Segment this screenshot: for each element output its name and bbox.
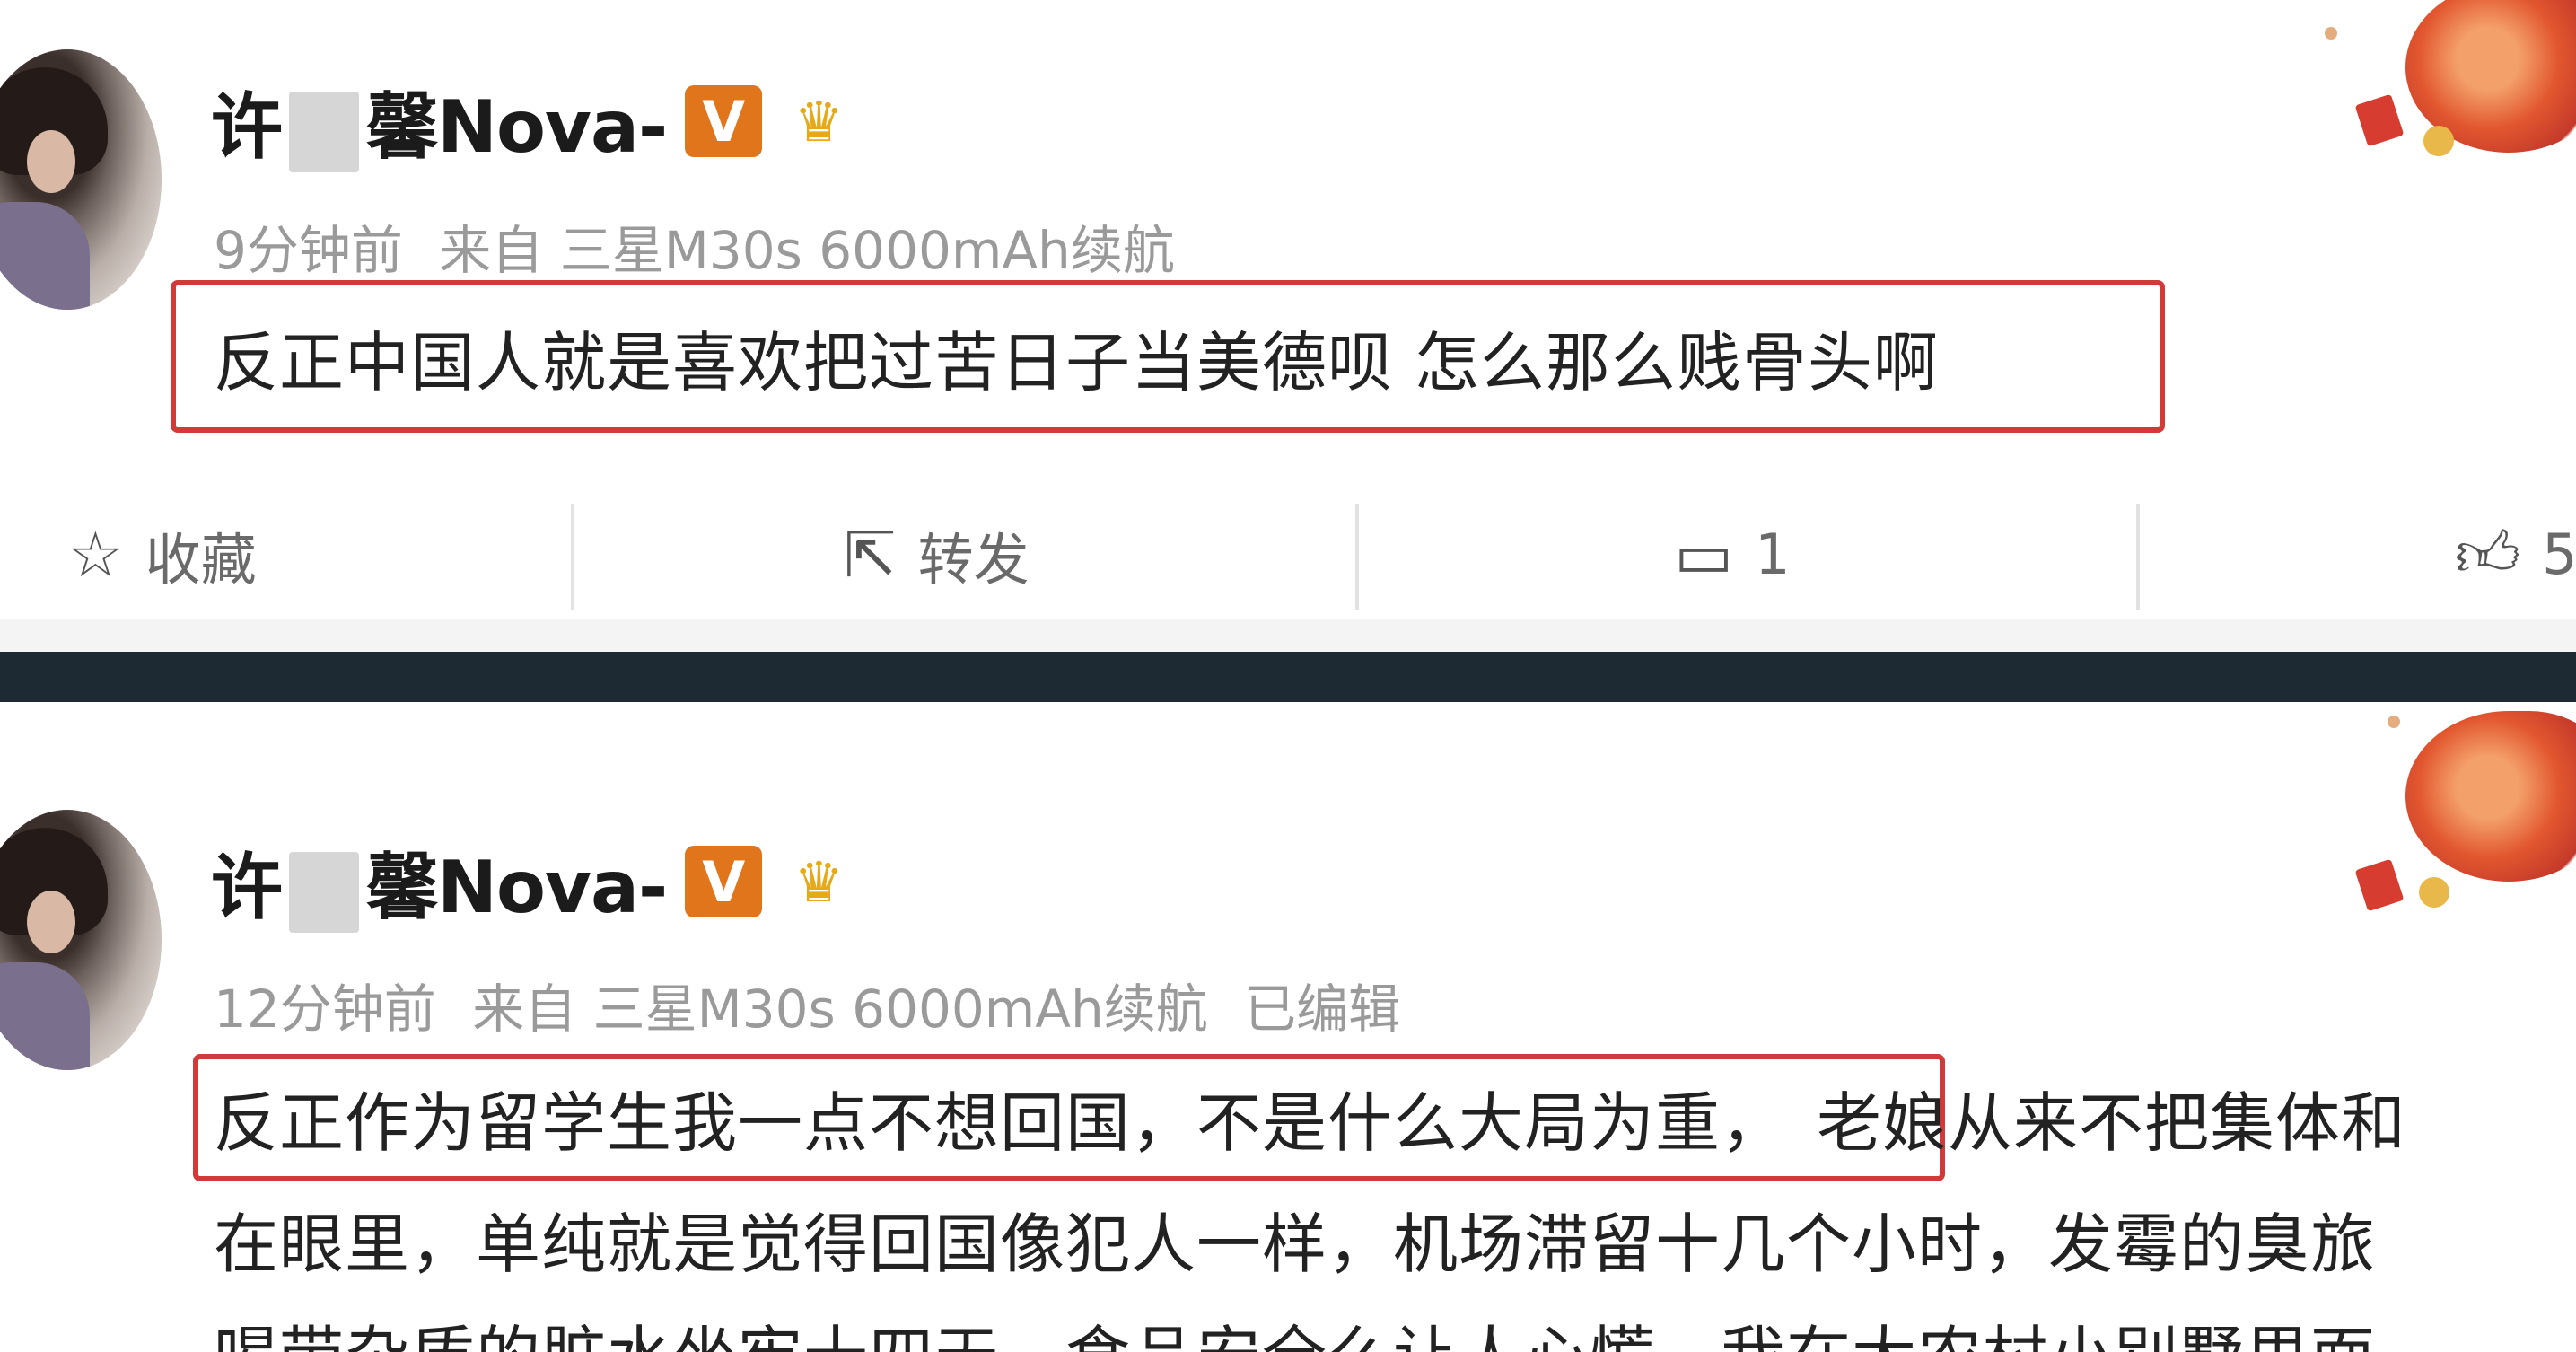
- favorite-button[interactable]: ☆ 收藏: [67, 489, 257, 619]
- separator: [2136, 504, 2140, 610]
- weibo-post-2: 许馨Nova- V ♛ 12分钟前 来自 三星M30s 6000mAh续航 已编…: [0, 702, 2576, 1352]
- redacted-block: [289, 852, 359, 934]
- edited-tag[interactable]: 已编辑: [1244, 979, 1400, 1040]
- post-content-line3: 喝带杂质的脏水坐牢十四天，食品安全么让人心慌，我在大农村小别墅里面: [214, 1304, 2376, 1352]
- username[interactable]: 许馨Nova-: [211, 830, 668, 934]
- post-content: 反正中国人就是喜欢把过苦日子当美德呗 怎么那么贱骨头啊: [214, 325, 1939, 400]
- crown-icon: ♛: [793, 848, 845, 915]
- like-button[interactable]: 👍︎ 5: [2455, 489, 2576, 619]
- post-time: 9分钟前: [214, 220, 403, 281]
- username-row: 许馨Nova- V ♛: [211, 837, 859, 934]
- comment-count: 1: [1755, 522, 1791, 587]
- comment-icon: ▭: [1674, 517, 1734, 592]
- post-meta: 12分钟前 来自 三星M30s 6000mAh续航 已编辑: [214, 967, 1420, 1042]
- avatar[interactable]: [0, 49, 162, 310]
- star-icon: ☆: [67, 517, 124, 592]
- comment-button[interactable]: ▭ 1: [1674, 489, 1791, 619]
- vip-badge-icon: V: [685, 846, 763, 917]
- post-meta: 9分钟前 来自 三星M30s 6000mAh续航: [214, 208, 1195, 284]
- username-row: 许馨Nova- V ♛: [211, 76, 859, 173]
- avatar[interactable]: [0, 810, 162, 1070]
- post-content-line2: 在眼里，单纯就是觉得回国像犯人一样，机场滞留十几个小时，发霉的臭旅: [214, 1207, 2377, 1282]
- separator: [1355, 504, 1359, 610]
- post-content-line1: 反正作为留学生我一点不想回国，不是什么大局为重， 老娘从来不把集体和: [214, 1070, 2406, 1164]
- highlighted-text: 反正作为留学生我一点不想回国，不是什么大局为重，: [214, 1085, 1787, 1161]
- post-source: 来自 三星M30s 6000mAh续航: [439, 220, 1175, 281]
- repost-button[interactable]: ⇱ 转发: [844, 489, 1030, 619]
- festive-decoration: [2307, 707, 2576, 912]
- post-time: 12分钟前: [214, 979, 436, 1040]
- screenshot-divider: [0, 652, 2576, 702]
- spacer: [0, 619, 2576, 652]
- share-icon: ⇱: [844, 517, 897, 592]
- crown-icon: ♛: [793, 88, 845, 154]
- vip-badge-icon: V: [685, 85, 763, 157]
- like-count: 5: [2542, 522, 2576, 587]
- post-source: 来自 三星M30s 6000mAh续航: [472, 979, 1208, 1040]
- weibo-post-1: 许馨Nova- V ♛ 9分钟前 来自 三星M30s 6000mAh续航 反正中…: [0, 0, 2576, 456]
- post-action-bar: ☆ 收藏 ⇱ 转发 ▭ 1 👍︎ 5: [0, 489, 2576, 619]
- festive-decoration: [2307, 0, 2576, 162]
- content-continuation: 老娘从来不把集体和: [1817, 1085, 2407, 1161]
- username[interactable]: 许馨Nova-: [211, 69, 668, 173]
- favorite-label: 收藏: [145, 526, 257, 593]
- redacted-block: [289, 92, 359, 173]
- separator: [571, 504, 574, 610]
- repost-label: 转发: [917, 526, 1030, 593]
- thumb-up-icon: 👍︎: [2455, 516, 2521, 591]
